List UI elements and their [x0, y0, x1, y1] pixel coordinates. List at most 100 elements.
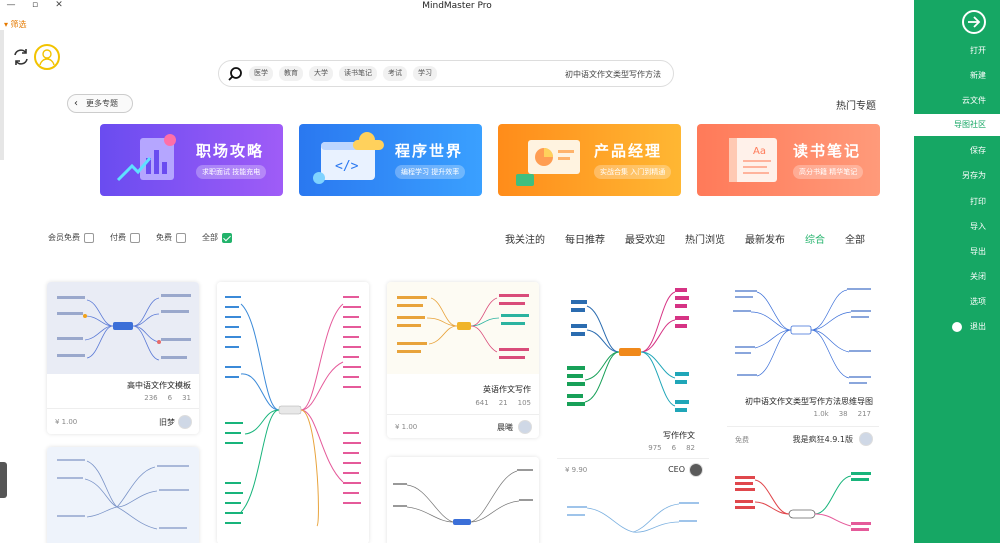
- template-card[interactable]: [727, 462, 879, 543]
- author-avatar[interactable]: [859, 432, 873, 446]
- author-avatar[interactable]: [518, 420, 532, 434]
- banner-title: 读书笔记: [793, 142, 862, 160]
- filter-free-checkbox[interactable]: [176, 232, 186, 243]
- card-title: 高中语文作文模板: [127, 381, 191, 390]
- chart-illustration-icon: [110, 130, 190, 190]
- svg-text:Aa: Aa: [753, 146, 766, 157]
- card-author[interactable]: 我是疯狂4.9.1版: [793, 434, 853, 445]
- tab-comprehensive[interactable]: 综合: [805, 231, 825, 246]
- search-tag[interactable]: 医学: [249, 66, 273, 81]
- banner-title: 程序世界: [395, 142, 464, 160]
- banner-reading-notes[interactable]: Aa 读书笔记 高分书籍 精华笔记: [697, 124, 880, 196]
- card-author[interactable]: 晨曦: [497, 422, 513, 433]
- side-handle[interactable]: [0, 462, 7, 498]
- menu-save-as[interactable]: 另存为: [914, 165, 1000, 187]
- mindmap-thumbnail: [727, 282, 879, 390]
- menu-options[interactable]: 选项: [914, 291, 1000, 313]
- card-stats: 236 6 31: [144, 394, 191, 402]
- menu-community[interactable]: 导图社区: [914, 114, 1000, 136]
- author-avatar[interactable]: [689, 463, 703, 477]
- filter-link[interactable]: ▾ 筛选: [4, 19, 27, 30]
- template-card[interactable]: 初中语文作文类型写作方法思维导图 1.0k 38 217 免费 我是疯狂4.9.…: [727, 282, 879, 452]
- search-tag[interactable]: 考试: [383, 66, 407, 81]
- search-icon[interactable]: [227, 66, 243, 82]
- card-price: ¥ 9.90: [565, 466, 588, 474]
- favorites-count: 105: [517, 399, 531, 407]
- card-author[interactable]: 旧梦: [159, 417, 175, 428]
- views-count: 641: [475, 399, 489, 407]
- search-input[interactable]: 初中语文作文类型写作方法: [565, 69, 661, 80]
- card-price: ¥ 1.00: [395, 423, 418, 431]
- price-filters: 会员免费 付费 免费 全部: [48, 232, 232, 243]
- filter-all-checkbox[interactable]: [222, 232, 232, 243]
- exit-icon: [952, 322, 962, 332]
- section-title: 热门专题: [836, 101, 876, 112]
- title-bar: — ▫ ✕ MindMaster Pro: [0, 0, 914, 14]
- card-stats: 1.0k 38 217: [814, 410, 871, 418]
- menu-import[interactable]: 导入: [914, 216, 1000, 238]
- favorites-count: 82: [686, 444, 695, 452]
- card-price: ¥ 1.00: [55, 418, 78, 426]
- likes-count: 21: [498, 399, 508, 407]
- banner-career[interactable]: 职场攻略 求职面试 技能充电: [100, 124, 283, 196]
- card-title: 初中语文作文类型写作方法思维导图: [745, 397, 873, 406]
- mindmap-thumbnail: [47, 447, 199, 543]
- menu-print[interactable]: 打印: [914, 191, 1000, 213]
- banner-product-manager[interactable]: 产品经理 实战合集 入门到精通: [498, 124, 681, 196]
- menu-export[interactable]: 导出: [914, 241, 1000, 263]
- mindmap-thumbnail: [727, 462, 879, 543]
- menu-close[interactable]: 关闭: [914, 266, 1000, 288]
- template-card[interactable]: [217, 282, 369, 543]
- mindmap-thumbnail: [387, 457, 539, 543]
- search-tag[interactable]: 读书笔记: [339, 66, 377, 81]
- notebook-icon: Aa: [707, 130, 787, 190]
- search-tag[interactable]: 教育: [279, 66, 303, 81]
- tab-all[interactable]: 全部: [845, 231, 865, 246]
- banner-programming[interactable]: </> 程序世界 编程学习 提升效率: [299, 124, 482, 196]
- sync-icon[interactable]: [10, 46, 32, 68]
- template-card[interactable]: 英语作文写作 641 21 105 ¥ 1.00 晨曦: [387, 282, 539, 438]
- views-count: 236: [144, 394, 158, 402]
- filter-member-free-label: 会员免费: [48, 233, 80, 242]
- favorites-count: 31: [182, 394, 191, 402]
- file-menu-sidebar: 打开 新建 云文件 导图社区 保存 另存为 打印 导入 导出 关闭 选项 退出: [914, 0, 1000, 543]
- menu-save[interactable]: 保存: [914, 140, 1000, 162]
- tab-latest[interactable]: 最新发布: [745, 231, 785, 246]
- avatar[interactable]: [34, 44, 60, 70]
- menu-new[interactable]: 新建: [914, 65, 1000, 87]
- search-tag[interactable]: 学习: [413, 66, 437, 81]
- likes-count: 6: [167, 394, 173, 402]
- window-title: MindMaster Pro: [422, 1, 492, 11]
- card-price: 免费: [735, 436, 749, 444]
- filter-free-label: 免费: [156, 233, 172, 242]
- banner-subtitle: 求职面试 技能充电: [196, 165, 267, 179]
- template-card[interactable]: [47, 447, 199, 543]
- card-stats: 975 6 82: [648, 444, 695, 452]
- author-avatar[interactable]: [178, 415, 192, 429]
- app-window: — ▫ ✕ MindMaster Pro ▾ 筛选 医学 教育 大学 读书笔记 …: [0, 0, 1000, 543]
- banner-title: 职场攻略: [196, 142, 265, 160]
- mindmap-thumbnail: [387, 282, 539, 374]
- more-topics-button[interactable]: ‹ 更多专题: [67, 94, 133, 113]
- filter-paid-checkbox[interactable]: [130, 232, 140, 243]
- tab-daily-picks[interactable]: 每日推荐: [565, 231, 605, 246]
- template-card[interactable]: 高中语文作文模板 236 6 31 ¥ 1.00 旧梦: [47, 282, 199, 434]
- filter-member-free-checkbox[interactable]: [84, 232, 94, 243]
- search-tag[interactable]: 大学: [309, 66, 333, 81]
- menu-open[interactable]: 打开: [914, 40, 1000, 62]
- template-card[interactable]: [387, 457, 539, 543]
- template-card[interactable]: [557, 492, 709, 543]
- template-search-bar[interactable]: 医学 教育 大学 读书笔记 考试 学习 初中语文作文类型写作方法: [218, 60, 674, 87]
- template-card[interactable]: 写作作文 975 6 82 ¥ 9.90 CEO: [557, 282, 709, 482]
- tab-following[interactable]: 我关注的: [505, 231, 545, 246]
- mindmap-thumbnail: [557, 282, 709, 422]
- banner-title: 产品经理: [594, 142, 663, 160]
- menu-exit[interactable]: 退出: [914, 316, 1000, 338]
- card-author[interactable]: CEO: [668, 465, 685, 474]
- back-button[interactable]: [962, 10, 986, 34]
- tab-most-popular[interactable]: 最受欢迎: [625, 231, 665, 246]
- banner-subtitle: 编程学习 提升效率: [395, 165, 466, 179]
- scrollbar-track[interactable]: [0, 30, 4, 160]
- menu-cloud-files[interactable]: 云文件: [914, 90, 1000, 112]
- tab-hot[interactable]: 热门浏览: [685, 231, 725, 246]
